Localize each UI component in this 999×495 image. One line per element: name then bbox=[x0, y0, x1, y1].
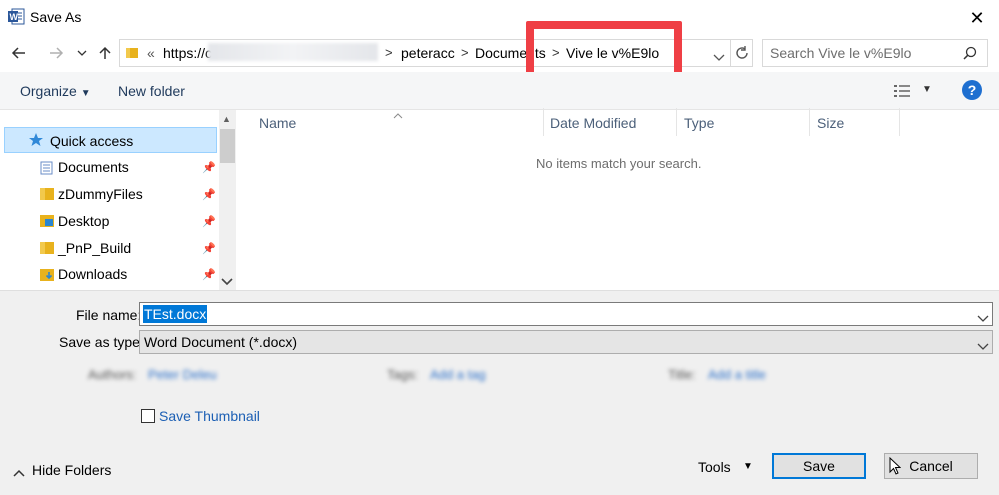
close-button[interactable]: ✕ bbox=[964, 6, 990, 30]
pin-icon: 📌 bbox=[202, 269, 216, 281]
mouse-cursor-icon bbox=[889, 456, 902, 478]
file-name-dropdown-icon[interactable] bbox=[977, 310, 989, 326]
tags-value[interactable]: Add a tag bbox=[430, 367, 486, 382]
breadcrumb-blurred bbox=[208, 43, 378, 61]
pin-icon: 📌 bbox=[202, 189, 216, 201]
chevron-down-icon bbox=[77, 50, 87, 56]
svg-text:W: W bbox=[10, 12, 19, 22]
pin-icon: 📌 bbox=[202, 216, 216, 228]
save-type-dropdown-icon[interactable] bbox=[977, 338, 989, 354]
documents-folder-icon bbox=[40, 161, 54, 175]
forward-button[interactable] bbox=[46, 43, 66, 63]
save-type-label: Save as type: bbox=[59, 334, 144, 350]
folder-icon bbox=[40, 187, 54, 200]
column-divider[interactable] bbox=[809, 108, 810, 136]
breadcrumb-item-peteracc[interactable]: peteracc bbox=[401, 45, 455, 61]
tools-dropdown-icon[interactable]: ▼ bbox=[743, 461, 753, 472]
sidebar-item-downloads[interactable]: Downloads bbox=[58, 266, 127, 282]
view-options-icon[interactable] bbox=[894, 84, 910, 101]
tools-button[interactable]: Tools bbox=[698, 459, 731, 475]
authors-value[interactable]: Peter Deleu bbox=[148, 367, 217, 382]
title-label: Title: bbox=[668, 367, 696, 382]
refresh-icon[interactable] bbox=[734, 45, 750, 64]
folder-icon bbox=[40, 241, 54, 254]
back-button[interactable] bbox=[9, 43, 29, 63]
forward-arrow-icon bbox=[50, 47, 64, 59]
tags-label: Tags: bbox=[387, 367, 419, 382]
column-header-date-modified[interactable]: Date Modified bbox=[550, 115, 636, 131]
sidebar-item-documents[interactable]: Documents bbox=[58, 159, 129, 175]
help-button[interactable]: ? bbox=[962, 80, 982, 100]
sidebar-item-pnp-build[interactable]: _PnP_Build bbox=[58, 240, 131, 256]
save-thumbnail-checkbox[interactable] bbox=[141, 409, 155, 423]
organize-button[interactable]: Organize ▼ bbox=[20, 83, 91, 99]
pin-icon: 📌 bbox=[202, 162, 216, 174]
new-folder-button[interactable]: New folder bbox=[118, 83, 185, 99]
file-name-value[interactable]: TEst.docx bbox=[143, 305, 208, 323]
desktop-folder-icon bbox=[40, 214, 54, 227]
breadcrumb-item-url[interactable]: https://c bbox=[163, 45, 212, 61]
save-type-value: Word Document (*.docx) bbox=[144, 334, 298, 350]
breadcrumb-chevron-icon: > bbox=[461, 45, 469, 60]
word-icon: W bbox=[8, 8, 25, 25]
breadcrumb-overflow[interactable]: « bbox=[147, 45, 155, 61]
column-header-name[interactable]: Name bbox=[259, 115, 296, 131]
search-placeholder: Search Vive le v%E9lo bbox=[770, 45, 912, 61]
up-button[interactable] bbox=[95, 43, 115, 63]
scroll-up-icon[interactable]: ▲ bbox=[222, 114, 231, 124]
up-arrow-icon bbox=[99, 46, 111, 59]
recent-locations-button[interactable] bbox=[75, 43, 89, 63]
view-dropdown-icon[interactable]: ▼ bbox=[922, 84, 932, 95]
file-name-label: File name: bbox=[76, 307, 142, 323]
save-button[interactable]: Save bbox=[772, 453, 866, 479]
address-dropdown-icon[interactable] bbox=[713, 49, 725, 65]
folder-icon bbox=[125, 46, 139, 59]
title-value[interactable]: Add a title bbox=[708, 367, 766, 382]
pin-icon: 📌 bbox=[202, 243, 216, 255]
authors-label: Authors: bbox=[88, 367, 137, 382]
save-thumbnail-label[interactable]: Save Thumbnail bbox=[159, 408, 260, 424]
sort-indicator-icon bbox=[393, 106, 403, 122]
close-icon: ✕ bbox=[969, 7, 985, 28]
scroll-down-icon[interactable] bbox=[220, 274, 234, 290]
column-divider[interactable] bbox=[543, 108, 544, 136]
sidebar-item-zdummyfiles[interactable]: zDummyFiles bbox=[58, 186, 143, 202]
column-divider[interactable] bbox=[899, 108, 900, 136]
sidebar-item-desktop[interactable]: Desktop bbox=[58, 213, 109, 229]
breadcrumb-chevron-icon: > bbox=[385, 45, 393, 60]
sidebar-item-label: Quick access bbox=[50, 133, 134, 149]
downloads-folder-icon bbox=[40, 268, 54, 281]
address-divider bbox=[730, 40, 731, 66]
column-header-type[interactable]: Type bbox=[684, 115, 714, 131]
title-bar bbox=[0, 0, 999, 36]
help-icon: ? bbox=[967, 82, 977, 98]
chevron-up-icon[interactable] bbox=[13, 464, 25, 480]
empty-list-message: No items match your search. bbox=[536, 156, 702, 171]
file-name-input[interactable] bbox=[139, 302, 993, 326]
chevron-down-icon: ▼ bbox=[80, 88, 91, 99]
column-header-size[interactable]: Size bbox=[817, 115, 844, 131]
back-arrow-icon bbox=[11, 47, 25, 59]
window-title: Save As bbox=[30, 9, 82, 25]
column-divider[interactable] bbox=[676, 108, 677, 136]
search-icon[interactable] bbox=[963, 46, 977, 63]
scrollbar-thumb[interactable] bbox=[220, 129, 235, 163]
star-icon bbox=[28, 132, 44, 151]
hide-folders-button[interactable]: Hide Folders bbox=[32, 462, 111, 478]
